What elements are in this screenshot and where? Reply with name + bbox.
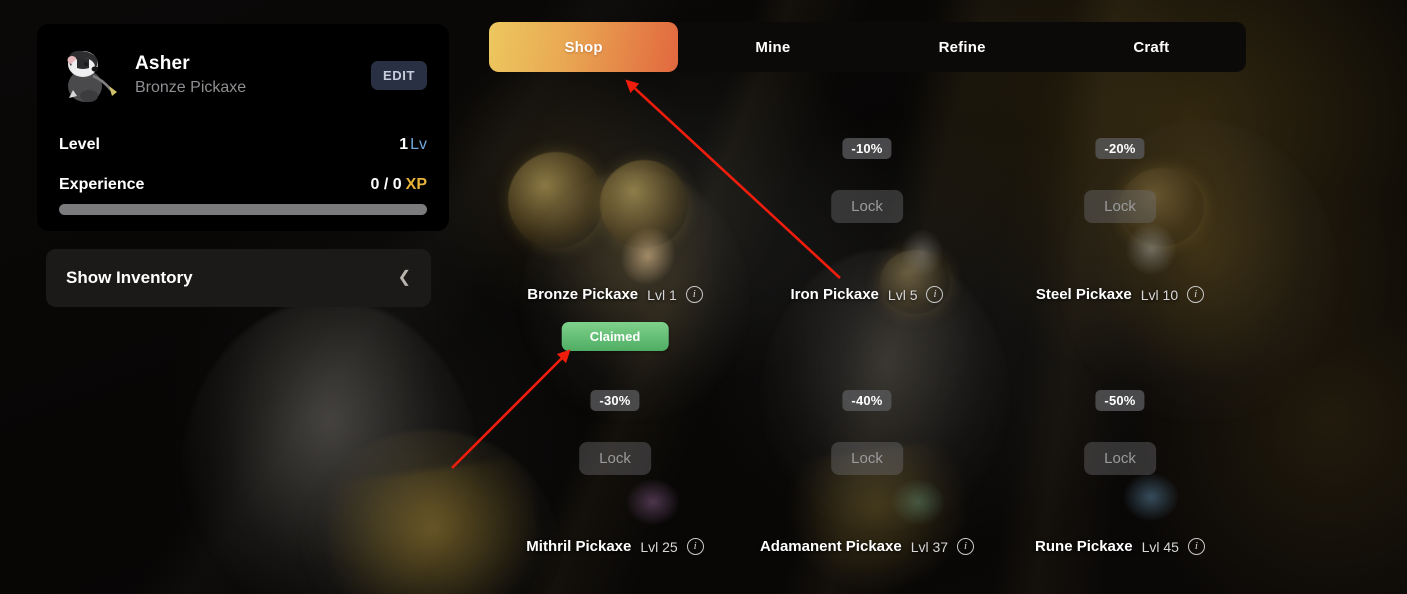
main-tab-bar: Shop Mine Refine Craft: [489, 22, 1246, 72]
experience-row: Experience 0 / 0 XP: [59, 176, 427, 194]
tab-craft[interactable]: Craft: [1057, 22, 1246, 72]
lock-button[interactable]: Lock: [579, 442, 651, 475]
experience-value-group: 0 / 0 XP: [371, 176, 427, 194]
level-label: Level: [59, 136, 100, 153]
item-name: Iron Pickaxe: [790, 286, 879, 303]
shop-card-bronze-pickaxe[interactable]: Bronze Pickaxe Lvl 1 i Claimed: [489, 90, 741, 351]
level-value: 1: [399, 136, 409, 153]
item-level: Lvl 45: [1141, 538, 1179, 555]
edit-profile-button[interactable]: EDIT: [370, 60, 427, 90]
item-name: Steel Pickaxe: [1035, 286, 1132, 303]
level-value-group: 1 Lv: [399, 136, 427, 154]
item-caption: Mithril Pickaxe Lvl 25 i: [489, 538, 741, 555]
lock-button[interactable]: Lock: [831, 190, 903, 223]
info-icon[interactable]: i: [1187, 286, 1205, 303]
experience-unit: XP: [405, 176, 427, 193]
lock-button[interactable]: Lock: [831, 442, 903, 475]
item-caption: Bronze Pickaxe Lvl 1 i: [489, 286, 741, 303]
item-name: Rune Pickaxe: [1035, 538, 1133, 555]
game-shop-screen: Asher Bronze Pickaxe EDIT Level 1 Lv Expe…: [0, 0, 1407, 594]
info-icon[interactable]: i: [957, 538, 975, 555]
experience-label: Experience: [59, 176, 145, 193]
info-icon[interactable]: i: [686, 538, 704, 555]
item-name: Mithril Pickaxe: [526, 538, 632, 555]
item-level: Lvl 10: [1140, 286, 1179, 303]
discount-badge: -10%: [842, 138, 892, 159]
shop-card-rune-pickaxe[interactable]: -50% Lock Rune Pickaxe Lvl 45 i: [994, 342, 1246, 572]
item-level: Lvl 37: [910, 538, 949, 555]
experience-value: 0 / 0: [370, 176, 402, 193]
shop-card-adamanent-pickaxe[interactable]: -40% Lock Adamanent Pickaxe Lvl 37 i: [741, 342, 993, 572]
chevron-left-icon: ❮: [397, 269, 411, 286]
discount-badge: -40%: [842, 390, 892, 411]
level-row: Level 1 Lv: [59, 136, 427, 154]
shop-card-steel-pickaxe[interactable]: -20% Lock Steel Pickaxe Lvl 10 i: [994, 90, 1246, 320]
item-level: Lvl 1: [647, 286, 677, 303]
player-name: Asher: [135, 52, 190, 74]
shop-item-grid: Bronze Pickaxe Lvl 1 i Claimed -10% Lock…: [489, 90, 1246, 580]
show-inventory-label: Show Inventory: [66, 268, 193, 287]
tab-shop[interactable]: Shop: [489, 22, 679, 72]
item-level: Lvl 5: [887, 286, 918, 303]
discount-badge: -20%: [1095, 138, 1145, 159]
discount-badge: -50%: [1095, 390, 1145, 411]
tab-refine[interactable]: Refine: [868, 22, 1057, 72]
lock-button[interactable]: Lock: [1084, 442, 1156, 475]
info-icon[interactable]: i: [685, 286, 703, 303]
item-name: Adamanent Pickaxe: [759, 538, 902, 555]
profile-header: Asher Bronze Pickaxe EDIT: [59, 46, 427, 114]
item-caption: Rune Pickaxe Lvl 45 i: [994, 538, 1246, 555]
item-caption: Steel Pickaxe Lvl 10 i: [994, 286, 1246, 303]
shop-card-iron-pickaxe[interactable]: -10% Lock Iron Pickaxe Lvl 5 i: [741, 90, 993, 320]
item-caption: Adamanent Pickaxe Lvl 37 i: [741, 538, 993, 555]
profile-name-group: Asher Bronze Pickaxe: [135, 52, 357, 98]
item-level: Lvl 25: [640, 538, 678, 555]
item-name: Bronze Pickaxe: [527, 286, 639, 303]
info-icon[interactable]: i: [1187, 538, 1205, 555]
profile-panel: Asher Bronze Pickaxe EDIT Level 1 Lv Expe…: [37, 24, 449, 231]
level-unit: Lv: [410, 136, 427, 153]
info-icon[interactable]: i: [926, 286, 944, 303]
item-caption: Iron Pickaxe Lvl 5 i: [741, 286, 993, 303]
discount-badge: -30%: [590, 390, 640, 411]
experience-progress-bar: [59, 204, 427, 215]
equipped-item-name: Bronze Pickaxe: [135, 78, 247, 96]
tab-mine[interactable]: Mine: [678, 22, 867, 72]
lock-button[interactable]: Lock: [1084, 190, 1156, 223]
show-inventory-button[interactable]: Show Inventory ❮: [46, 249, 431, 307]
shop-card-mithril-pickaxe[interactable]: -30% Lock Mithril Pickaxe Lvl 25 i: [489, 342, 741, 572]
badger-avatar-icon: [59, 46, 121, 104]
